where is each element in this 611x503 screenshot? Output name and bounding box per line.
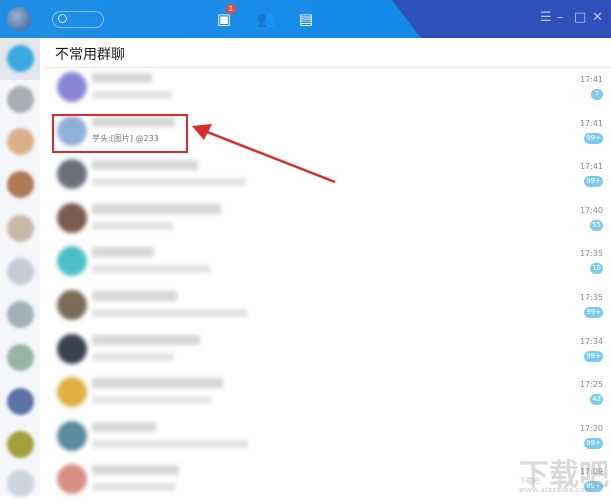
group-name-blurred [92, 160, 198, 171]
group-avatar [57, 202, 87, 233]
user-avatar[interactable] [7, 7, 31, 31]
message-time: 17:35 [579, 249, 603, 259]
conversation-row[interactable]: 17:25 42 [50, 372, 611, 416]
sidebar-avatar[interactable] [7, 215, 34, 242]
unread-count-badge: 10 [590, 263, 603, 275]
message-preview-blurred [92, 309, 247, 317]
group-name-blurred [92, 334, 200, 345]
sidebar-avatar[interactable] [7, 431, 34, 458]
watermark-text: 下载吧 www.xiazaiba.com [519, 477, 593, 494]
title-bar: ▣ 1 👥 ▤ ☰ – □ ✕ [0, 0, 611, 38]
group-name-blurred [92, 421, 156, 432]
message-time: 17:41 [579, 162, 603, 172]
unread-count-badge: 7 [591, 89, 603, 100]
group-avatar [57, 377, 87, 408]
group-name-blurred [92, 73, 152, 83]
sidebar-avatar[interactable] [7, 45, 34, 72]
message-preview-blurred [92, 352, 174, 361]
group-name-blurred [92, 378, 223, 389]
unread-count-badge: 99+ [584, 437, 603, 449]
message-preview-blurred [92, 439, 248, 448]
contacts-icon[interactable]: 👥 [256, 10, 276, 28]
message-preview-blurred [92, 396, 211, 405]
sidebar-avatar[interactable] [7, 388, 34, 415]
message-time: 17:41 [579, 75, 603, 84]
group-avatar [57, 72, 87, 102]
conversation-row[interactable]: 17:35 10 [50, 241, 611, 285]
group-avatar [57, 464, 87, 495]
group-avatar [57, 420, 87, 451]
conversation-row[interactable]: 17:40 55 [50, 198, 611, 242]
watermark: 下载吧 下载吧 www.xiazaiba.com [519, 458, 609, 494]
group-name-blurred [92, 465, 179, 476]
sidebar-avatar[interactable] [7, 258, 34, 285]
group-avatar [57, 333, 87, 364]
page-title: 不常用群聊 [55, 47, 125, 63]
minimize-icon[interactable]: – [557, 10, 564, 25]
message-time: 17:35 [579, 293, 603, 302]
group-avatar [57, 246, 87, 277]
message-time: 17:40 [579, 205, 603, 215]
group-name-blurred [92, 247, 154, 258]
group-avatar [57, 290, 87, 320]
message-preview-blurred [92, 91, 172, 99]
message-preview-blurred [92, 221, 173, 230]
unread-count-badge: 55 [590, 219, 603, 231]
search-input[interactable] [52, 11, 104, 28]
message-preview-blurred [92, 265, 210, 274]
unread-count-badge: 99+ [584, 132, 603, 144]
group-name-blurred [92, 203, 221, 214]
notification-badge: 1 [226, 4, 236, 14]
sidebar-avatar[interactable] [7, 470, 34, 497]
close-icon[interactable]: ✕ [592, 10, 603, 25]
conversation-row[interactable]: 17:35 99+ [50, 285, 611, 329]
files-icon[interactable]: ▤ [296, 10, 316, 28]
highlight-box [52, 114, 188, 153]
unread-count-badge: 99+ [584, 307, 603, 318]
group-name-blurred [92, 291, 177, 301]
tab-pointer [217, 33, 227, 43]
sidebar-avatar[interactable] [7, 301, 34, 328]
annotation-arrow [192, 124, 336, 184]
sidebar-avatar[interactable] [7, 128, 34, 155]
group-avatar [57, 159, 87, 190]
conversation-row[interactable]: 17:34 99+ [50, 329, 611, 373]
conversation-row[interactable]: 17:41 7 [50, 67, 611, 111]
message-time: 17:34 [579, 336, 603, 346]
sidebar-avatar[interactable] [7, 86, 34, 113]
message-preview-blurred [92, 483, 175, 492]
unread-count-badge: 99+ [584, 176, 603, 188]
unread-count-badge: 99+ [584, 350, 603, 362]
maximize-icon[interactable]: □ [574, 10, 586, 25]
message-time: 17:25 [579, 380, 603, 390]
message-time: 17:20 [579, 423, 603, 433]
unread-count-badge: 42 [590, 394, 603, 406]
menu-icon[interactable]: ☰ [540, 10, 552, 25]
message-time: 17:41 [579, 118, 603, 128]
sidebar [0, 38, 40, 497]
sidebar-avatar[interactable] [7, 171, 34, 198]
sidebar-avatar[interactable] [7, 344, 34, 371]
search-icon [58, 14, 67, 23]
